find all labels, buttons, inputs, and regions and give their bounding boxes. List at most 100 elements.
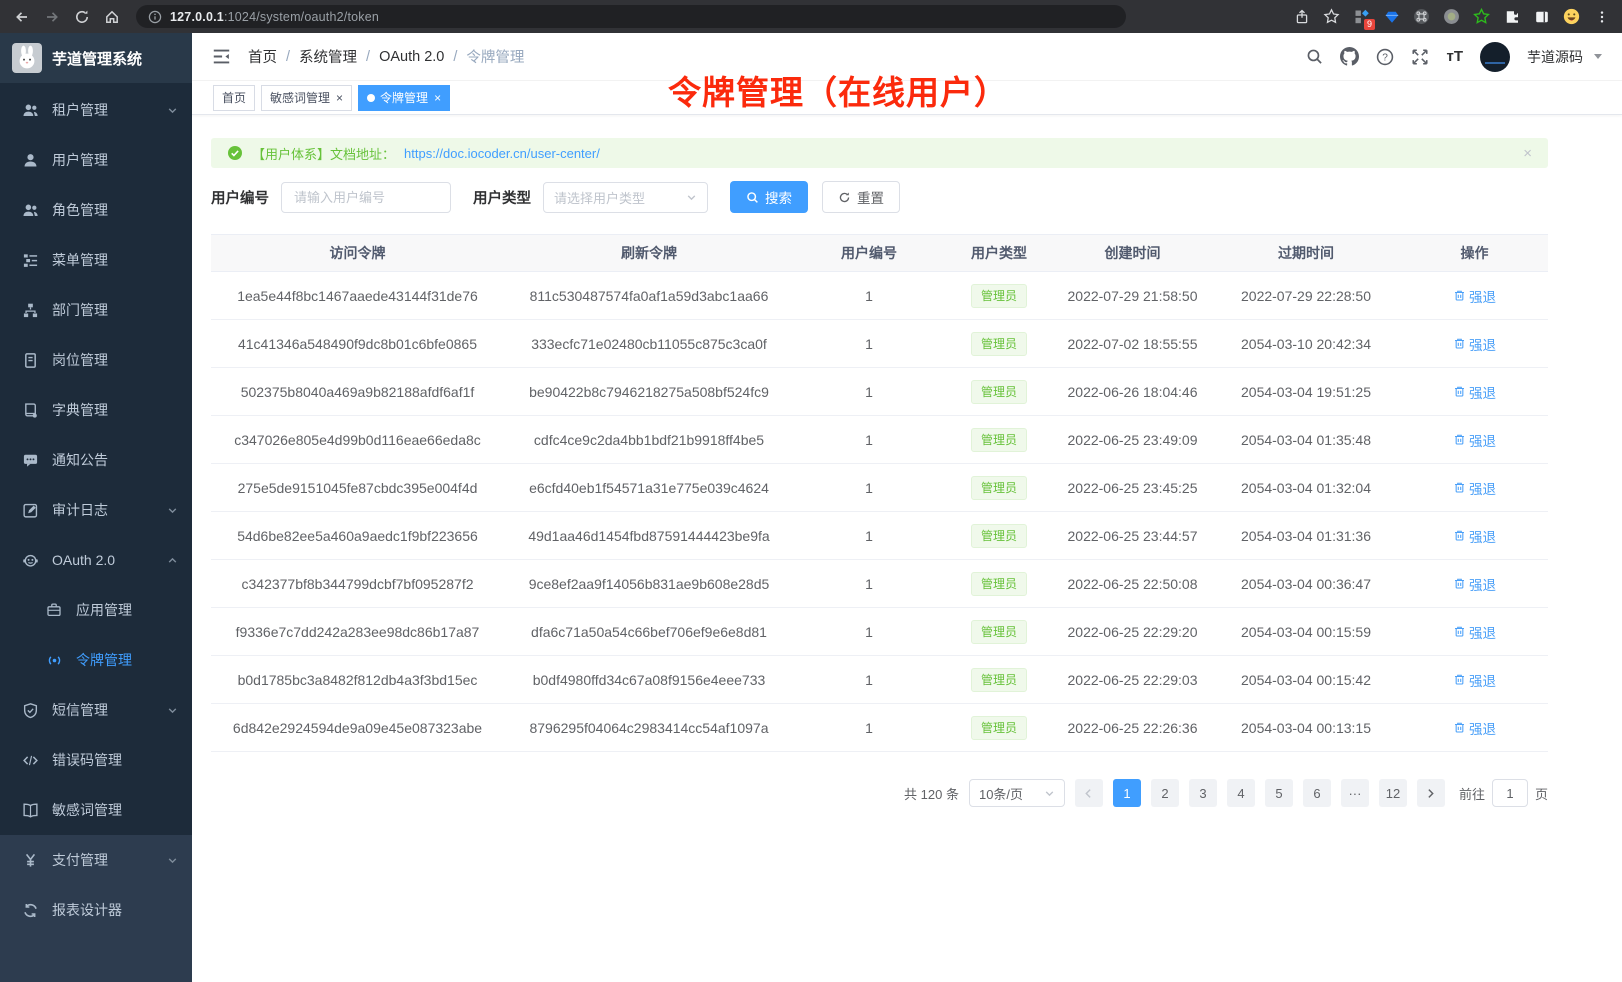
user-id-input[interactable]	[281, 182, 451, 213]
user-type-badge: 管理员	[971, 380, 1027, 404]
extension-record-icon[interactable]	[1443, 8, 1460, 25]
sidebar-item-11[interactable]: 令牌管理	[0, 635, 192, 685]
next-page-button[interactable]	[1417, 779, 1445, 807]
page-button-3[interactable]: 3	[1189, 779, 1217, 807]
breadcrumb-item-0[interactable]: 首页	[248, 46, 277, 67]
address-bar[interactable]: 127.0.0.1:1024/system/oauth2/token	[136, 5, 1126, 28]
trash-icon	[1453, 673, 1466, 686]
table-row: 41c41346a548490f9dc8b01c6bfe0865333ecfc7…	[211, 320, 1548, 368]
force-logout-button[interactable]: 强退	[1453, 286, 1496, 306]
user-type-badge: 管理员	[971, 476, 1027, 500]
tab-label: 令牌管理	[380, 89, 428, 106]
tab-0[interactable]: 首页	[213, 85, 255, 111]
help-icon[interactable]: ?	[1376, 48, 1394, 66]
sidebar-item-16[interactable]: 报表设计器	[0, 885, 192, 935]
force-logout-button[interactable]: 强退	[1453, 670, 1496, 690]
sidebar-item-9[interactable]: OAuth 2.0	[0, 535, 192, 585]
force-logout-label: 强退	[1469, 286, 1496, 306]
force-logout-button[interactable]: 强退	[1453, 622, 1496, 642]
user-icon	[22, 152, 39, 169]
search-button[interactable]: 搜索	[730, 181, 808, 213]
chevron-down-icon[interactable]	[1594, 54, 1602, 59]
extension-puzzle-icon[interactable]	[1503, 8, 1520, 25]
page-ellipsis[interactable]: ···	[1341, 779, 1369, 807]
force-logout-button[interactable]: 强退	[1453, 382, 1496, 402]
reset-button[interactable]: 重置	[822, 181, 900, 213]
force-logout-button[interactable]: 强退	[1453, 526, 1496, 546]
extension-gem-icon[interactable]	[1383, 8, 1400, 25]
username[interactable]: 芋道源码	[1527, 47, 1583, 67]
font-size-icon[interactable]: ᴛT	[1446, 48, 1463, 65]
back-icon[interactable]	[10, 5, 34, 29]
user-avatar[interactable]	[1480, 42, 1510, 72]
github-icon[interactable]	[1340, 47, 1359, 66]
share-icon[interactable]	[1293, 8, 1310, 25]
sidebar-toggle-icon[interactable]	[1533, 8, 1550, 25]
extension-star-icon[interactable]	[1473, 8, 1490, 25]
collapse-sidebar-icon[interactable]	[212, 47, 231, 66]
page-button-2[interactable]: 2	[1151, 779, 1179, 807]
sidebar-item-1[interactable]: 用户管理	[0, 135, 192, 185]
sidebar-item-12[interactable]: 短信管理	[0, 685, 192, 735]
force-logout-button[interactable]: 强退	[1453, 478, 1496, 498]
user-id-cell: 1	[794, 336, 944, 352]
signal-icon	[46, 652, 63, 669]
profile-avatar-emoji[interactable]	[1563, 8, 1580, 25]
goto-page-input[interactable]	[1492, 779, 1528, 807]
extension-grid-icon[interactable]: 9	[1353, 8, 1370, 25]
user-id-cell: 1	[794, 480, 944, 496]
alert-doc-link[interactable]: https://doc.iocoder.cn/user-center/	[404, 146, 600, 161]
page-button-4[interactable]: 4	[1227, 779, 1255, 807]
sidebar-item-3[interactable]: 菜单管理	[0, 235, 192, 285]
tab-2[interactable]: 令牌管理 ×	[358, 85, 450, 111]
fullscreen-icon[interactable]	[1411, 48, 1429, 66]
sidebar-item-8[interactable]: 审计日志	[0, 485, 192, 535]
sidebar-item-7[interactable]: 通知公告	[0, 435, 192, 485]
user-type-cell: 管理员	[944, 572, 1054, 596]
prev-page-button[interactable]	[1075, 779, 1103, 807]
created-time-cell: 2022-06-25 22:26:36	[1054, 720, 1211, 736]
forward-icon[interactable]	[40, 5, 64, 29]
page-button-12[interactable]: 12	[1379, 779, 1407, 807]
tab-1[interactable]: 敏感词管理×	[261, 85, 352, 111]
force-logout-button[interactable]: 强退	[1453, 430, 1496, 450]
user-type-select[interactable]: 请选择用户类型	[543, 182, 708, 213]
force-logout-label: 强退	[1469, 622, 1496, 642]
breadcrumb-item-3[interactable]: 令牌管理	[466, 46, 524, 67]
breadcrumb-item-1[interactable]: 系统管理	[299, 46, 357, 67]
sidebar-item-13[interactable]: 错误码管理	[0, 735, 192, 785]
sidebar-item-15[interactable]: 支付管理	[0, 835, 192, 885]
info-icon[interactable]	[148, 10, 162, 24]
expire-time-cell: 2054-03-04 01:35:48	[1211, 432, 1401, 448]
page-button-1[interactable]: 1	[1113, 779, 1141, 807]
page-size-select[interactable]: 10条/页	[969, 779, 1065, 807]
force-logout-button[interactable]: 强退	[1453, 334, 1496, 354]
sidebar-item-6[interactable]: 字典管理	[0, 385, 192, 435]
action-cell: 强退	[1401, 286, 1548, 306]
chrome-menu-icon[interactable]	[1593, 8, 1610, 25]
access-token-cell: 54d6be82ee5a460a9aedc1f9bf223656	[211, 528, 504, 544]
force-logout-button[interactable]: 强退	[1453, 718, 1496, 738]
user-type-badge: 管理员	[971, 332, 1027, 356]
extension-command-icon[interactable]	[1413, 8, 1430, 25]
sidebar-item-4[interactable]: 部门管理	[0, 285, 192, 335]
sidebar-item-10[interactable]: 应用管理	[0, 585, 192, 635]
sidebar-item-14[interactable]: 敏感词管理	[0, 785, 192, 835]
user-type-cell: 管理员	[944, 428, 1054, 452]
force-logout-button[interactable]: 强退	[1453, 574, 1496, 594]
sidebar-item-2[interactable]: 角色管理	[0, 185, 192, 235]
bookmark-star-icon[interactable]	[1323, 8, 1340, 25]
page-button-6[interactable]: 6	[1303, 779, 1331, 807]
breadcrumb-item-2[interactable]: OAuth 2.0	[379, 49, 444, 65]
search-icon[interactable]	[1306, 48, 1323, 65]
app-logo-band[interactable]: 芋道管理系统	[0, 33, 192, 83]
reload-icon[interactable]	[70, 5, 94, 29]
sidebar-item-5[interactable]: 岗位管理	[0, 335, 192, 385]
home-icon[interactable]	[100, 5, 124, 29]
sidebar-item-0[interactable]: 租户管理	[0, 85, 192, 135]
tab-label: 首页	[222, 89, 246, 106]
tab-close-icon[interactable]: ×	[434, 92, 441, 104]
tab-close-icon[interactable]: ×	[336, 92, 343, 104]
alert-close-icon[interactable]: ×	[1523, 145, 1532, 162]
page-button-5[interactable]: 5	[1265, 779, 1293, 807]
